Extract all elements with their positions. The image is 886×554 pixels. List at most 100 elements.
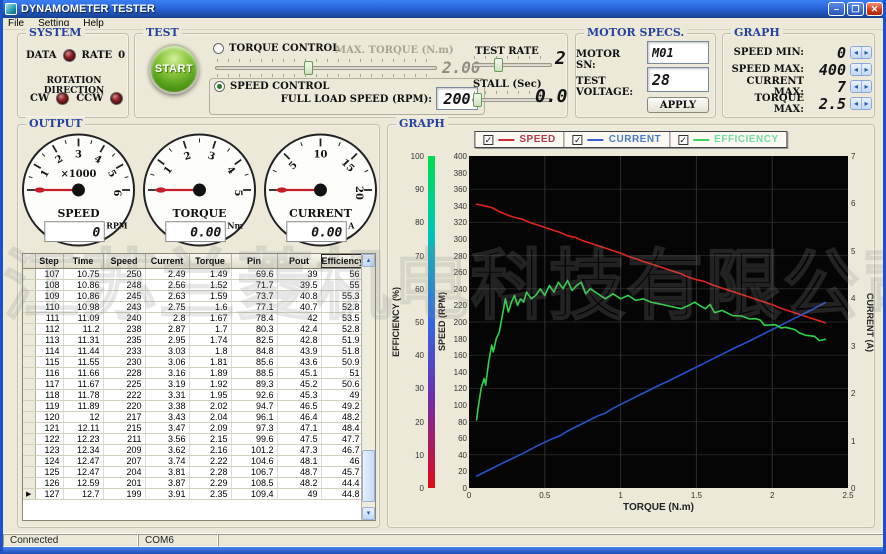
table-cell: 44.4 [321,477,363,488]
test-rate-slider-thumb[interactable] [494,58,503,72]
table-cell: 222 [103,389,145,400]
table-row[interactable]: 11010.982432.751.677.140.752.8 [23,301,363,312]
graph-setting-spinner[interactable]: ◂▸ [850,97,872,110]
table-cell: 121 [35,422,63,433]
table-row[interactable]: 11611.662283.161.8988.545.151 [23,367,363,378]
table-header-pout[interactable]: Pout [277,254,321,268]
scroll-up-icon[interactable]: ▴ [362,254,375,267]
scroll-down-icon[interactable]: ▾ [362,507,375,520]
table-header-pin[interactable]: Pin [231,254,277,268]
table-cell: 3.56 [145,433,189,444]
test-rate-slider[interactable] [472,56,552,74]
test-voltage-input[interactable] [647,67,709,92]
table-cell: 12.47 [63,455,103,466]
max-torque-slider-thumb[interactable] [304,61,313,75]
close-button[interactable]: ✕ [866,2,883,16]
motor-specs-panel-title: MOTOR SPECS. [584,26,687,39]
svg-text:0: 0 [93,226,101,241]
spin-left-icon[interactable]: ◂ [851,81,861,92]
torque-control-radio[interactable] [213,43,224,54]
chart-legend: ✓ SPEED ✓CURRENT✓EFFICIENCY [474,131,787,148]
table-cell: 3.43 [145,411,189,422]
spin-left-icon[interactable]: ◂ [851,98,861,109]
output-panel: OUTPUT 123456×1000SPEED0RPM12345TORQUE0.… [17,124,380,528]
table-row[interactable]: 11811.782223.311.9592.645.349 [23,389,363,400]
table-cell: 125 [35,466,63,477]
table-row[interactable]: 10810.862482.561.5271.739.555 [23,279,363,290]
graph-setting-spinner[interactable]: ◂▸ [850,63,872,76]
table-row[interactable]: 11111.092402.81.6778.44253.5 [23,312,363,323]
legend-item-current: ✓CURRENT [564,132,669,147]
legend-checkbox-speed[interactable]: ✓ [483,135,493,145]
table-row[interactable]: 10910.862452.631.5973.740.855.3 [23,290,363,301]
table-row[interactable]: 12612.592013.872.29108.548.244.4 [23,477,363,488]
table-cell: 3.31 [145,389,189,400]
spin-right-icon[interactable]: ▸ [861,47,871,58]
graph-setting-spinner[interactable]: ◂▸ [850,46,872,59]
table-header-speed[interactable]: Speed [103,254,145,268]
table-row[interactable]: 11511.552303.061.8185.643.650.9 [23,356,363,367]
table-row[interactable]: 11911.892203.382.0294.746.549.2 [23,400,363,411]
table-row[interactable]: 12212.232113.562.1599.647.547.7 [23,433,363,444]
menu-item-help[interactable]: Help [83,18,104,29]
table-header-current[interactable]: Current [145,254,189,268]
stall-slider-thumb[interactable] [473,93,482,107]
graph-setting-value: 2.5 [808,95,846,113]
table-row[interactable]: 10710.752502.491.4969.63956 [23,268,363,279]
spin-right-icon[interactable]: ▸ [861,81,871,92]
table-header-step[interactable]: Step [35,254,63,268]
table-row[interactable]: ▶12712.71993.912.35109.44944.8 [23,488,363,499]
table-cell: 45.3 [277,389,321,400]
max-torque-slider[interactable] [215,59,437,77]
spin-left-icon[interactable]: ◂ [851,64,861,75]
apply-button[interactable]: APPLY [647,97,709,113]
svg-text:3: 3 [75,149,82,160]
table-cell: 48.2 [277,477,321,488]
spin-right-icon[interactable]: ▸ [861,64,871,75]
table-cell: 2.02 [189,400,231,411]
table-scrollbar[interactable]: ▴ ▾ [361,254,375,520]
axis-tick-label: 260 [454,268,467,277]
axis-tick-label: 70 [415,252,424,261]
table-cell: 51.9 [321,334,363,345]
app-icon [5,3,17,15]
table-cell: 48.2 [321,411,363,422]
table-cell: 209 [103,444,145,455]
legend-checkbox-current[interactable]: ✓ [573,135,583,145]
table-row[interactable]: 11211.22382.871.780.342.452.8 [23,323,363,334]
table-row[interactable]: 120122173.432.0496.146.448.2 [23,411,363,422]
table-row[interactable]: 12512.472043.812.28106.748.745.7 [23,466,363,477]
speed-control-label: SPEED CONTROL [230,81,329,92]
motor-sn-input[interactable] [647,41,709,64]
table-header-time[interactable]: Time [63,254,103,268]
spin-left-icon[interactable]: ◂ [851,47,861,58]
gauge-row: 123456×1000SPEED0RPM12345TORQUE0.00Nm510… [20,131,379,254]
table-row[interactable]: 12312.342093.622.16101.247.346.7 [23,444,363,455]
table-cell: 94.7 [231,400,277,411]
table-row[interactable]: 11311.312352.951.7482.542.851.9 [23,334,363,345]
table-header-efficiency[interactable]: Efficiency [321,254,363,268]
minimize-button[interactable]: – [828,2,845,16]
svg-text:CURRENT: CURRENT [289,207,352,220]
graph-setting-spinner[interactable]: ◂▸ [850,80,872,93]
output-panel-title: OUTPUT [26,117,85,130]
current-row-marker-icon: ▶ [23,488,35,499]
table-row[interactable]: 11711.672253.191.9289.345.250.6 [23,378,363,389]
start-button[interactable]: START [149,44,199,94]
speed-control-radio[interactable] [214,81,225,92]
table-header-torque[interactable]: Torque [189,254,231,268]
table-row[interactable]: 11411.442333.031.884.843.951.8 [23,345,363,356]
axis-tick-label: 90 [415,185,424,194]
maximize-button[interactable]: ❐ [847,2,864,16]
legend-checkbox-efficiency[interactable]: ✓ [678,135,688,145]
table-row[interactable]: 12112.112153.472.0997.347.148.4 [23,422,363,433]
legend-item-efficiency: ✓EFFICIENCY [669,132,786,147]
spin-right-icon[interactable]: ▸ [861,98,871,109]
axis-tick-label: 180 [454,335,467,344]
table-cell: 228 [103,367,145,378]
row-marker-cell [23,312,35,323]
scrollbar-thumb[interactable] [362,450,375,502]
legend-label: SPEED [519,134,555,145]
table-row[interactable]: 12412.472073.742.22104.648.146 [23,455,363,466]
menu-item-file[interactable]: File [8,18,24,29]
